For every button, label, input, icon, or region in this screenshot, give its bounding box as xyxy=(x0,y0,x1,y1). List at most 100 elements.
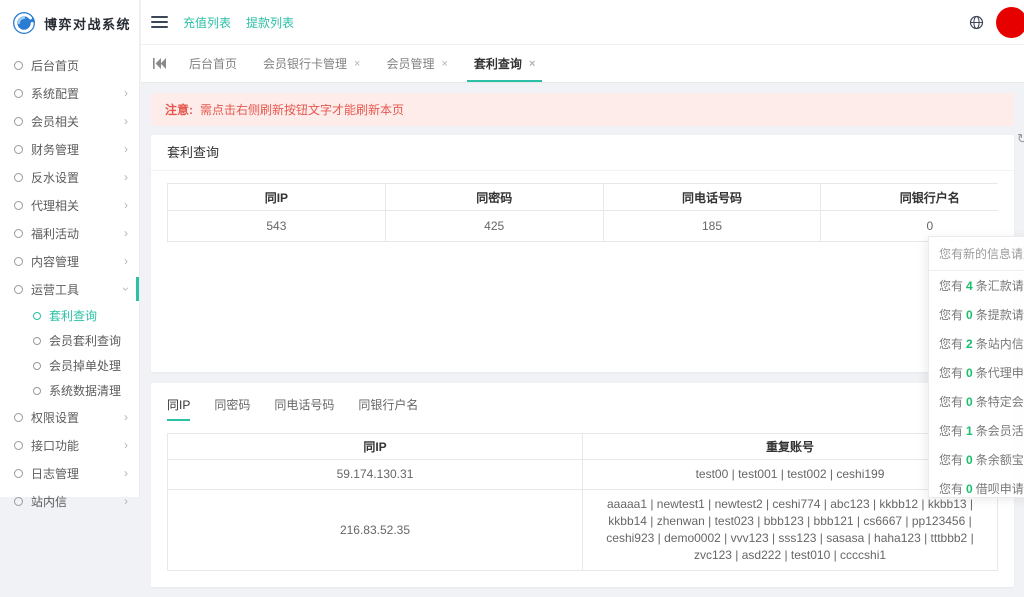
chevron-icon: › xyxy=(124,466,128,480)
detail-tab[interactable]: 同IP xyxy=(167,396,190,421)
page-tab-label: 后台首页 xyxy=(189,55,237,72)
sidebar-item-label: 套利查询 xyxy=(49,307,128,324)
page-tab-label: 会员管理 xyxy=(386,55,434,72)
chevron-icon: › xyxy=(124,86,128,100)
sidebar-item[interactable]: 后台首页 xyxy=(0,51,139,79)
sidebar-item[interactable]: 反水设置 › xyxy=(0,163,139,191)
page-tabs: 后台首页 会员银行卡管理 × 会员管理 × 套利查询 × xyxy=(176,45,548,82)
sidebar-item[interactable]: 权限设置 › xyxy=(0,403,139,431)
notification-item[interactable]: 您有0条代理申请未处理 xyxy=(929,358,1024,387)
sidebar-item-label: 系统数据清理 xyxy=(49,382,128,399)
summary-header-row: 同IP同密码同电话号码同银行户名 xyxy=(168,184,999,211)
detail-tab-label: 同密码 xyxy=(214,398,250,412)
sidebar-item[interactable]: 日志管理 › xyxy=(0,459,139,487)
summary-value-cell: 425 xyxy=(385,211,603,242)
app-logo: 博弈对战系统 xyxy=(0,0,139,46)
sidebar-item-label: 财务管理 xyxy=(31,141,124,158)
menu-bullet-icon xyxy=(14,89,23,98)
globe-icon[interactable] xyxy=(969,15,984,30)
notification-item[interactable]: 您有2条站内信未处理 xyxy=(929,329,1024,358)
notification-item[interactable]: 您有0条余额宝购买提醒 xyxy=(929,445,1024,474)
notification-text: 条特定会员登录提醒 xyxy=(976,395,1024,409)
notification-count: 4 xyxy=(966,279,973,293)
page-tab[interactable]: 后台首页 xyxy=(176,45,250,82)
menu-bullet-icon xyxy=(33,312,41,320)
menu-bullet-icon xyxy=(33,337,41,345)
chevron-icon: › xyxy=(124,142,128,156)
notification-count: 0 xyxy=(966,453,973,467)
alert-text: 需点击右侧刷新按钮文字才能刷新本页 xyxy=(200,103,404,117)
sidebar-item[interactable]: 会员套利查询 xyxy=(0,328,139,353)
summary-header-cell: 同IP xyxy=(168,184,386,211)
page-tab[interactable]: 会员银行卡管理 × xyxy=(250,45,373,82)
notification-item[interactable]: 您有0条提款请求未处理 xyxy=(929,300,1024,329)
sidebar-item-label: 后台首页 xyxy=(31,57,128,74)
topnav-recharge-list-link[interactable]: 充值列表 xyxy=(183,14,231,31)
sidebar: 博弈对战系统 后台首页 系统配置 › 会员相关 › 财务管 xyxy=(0,0,140,497)
detail-tab[interactable]: 同电话号码 xyxy=(274,396,334,421)
sidebar-item[interactable]: 会员掉单处理 xyxy=(0,353,139,378)
sidebar-item-label: 内容管理 xyxy=(31,253,124,270)
sidebar-item[interactable]: 财务管理 › xyxy=(0,135,139,163)
notifications-list: 您有4条汇款请求未处理 您有0条提款请求未处理 您有2条站内信未处理 您有0条代… xyxy=(929,271,1024,498)
page-tabs-bar: 后台首页 会员银行卡管理 × 会员管理 × 套利查询 × xyxy=(141,45,1024,83)
menu-bullet-icon xyxy=(14,61,23,70)
menu-toggle-icon[interactable] xyxy=(151,16,168,28)
notification-item[interactable]: 您有1条会员活动申请 xyxy=(929,416,1024,445)
chevron-icon: › xyxy=(124,494,128,508)
sidebar-item[interactable]: 会员相关 › xyxy=(0,107,139,135)
sidebar-item[interactable]: 福利活动 › xyxy=(0,219,139,247)
app-logo-icon xyxy=(11,10,37,36)
sidebar-item-label: 福利活动 xyxy=(31,225,124,242)
notice-alert: 注意: 需点击右侧刷新按钮文字才能刷新本页 xyxy=(151,93,1014,126)
page-tab[interactable]: 会员管理 × xyxy=(373,45,460,82)
menu-bullet-icon xyxy=(14,117,23,126)
sidebar-item[interactable]: 内容管理 › xyxy=(0,247,139,275)
menu-bullet-icon xyxy=(14,497,23,506)
chevron-icon: › xyxy=(124,254,128,268)
sidebar-item[interactable]: 接口功能 › xyxy=(0,431,139,459)
summary-table-wrap: 同IP同密码同电话号码同银行户名 5434251850 xyxy=(167,183,998,242)
detail-tab[interactable]: 同密码 xyxy=(214,396,250,421)
sidebar-item[interactable]: 系统数据清理 xyxy=(0,378,139,403)
panel-refresh-icon[interactable]: ↻ xyxy=(1017,131,1024,147)
summary-header-cell: 同密码 xyxy=(385,184,603,211)
scroll-tabs-left-icon[interactable] xyxy=(149,45,176,82)
notification-item[interactable]: 您有0条特定会员登录提醒 xyxy=(929,387,1024,416)
close-tab-icon[interactable]: × xyxy=(441,58,447,70)
notification-prefix: 您有 xyxy=(939,395,963,409)
ip-cell: 59.174.130.31 xyxy=(168,460,583,490)
notification-text: 条汇款请求未处理 xyxy=(976,279,1024,293)
chevron-icon: › xyxy=(124,438,128,452)
sidebar-item[interactable]: 系统配置 › xyxy=(0,79,139,107)
sidebar-item-label: 会员掉单处理 xyxy=(49,357,128,374)
notification-item[interactable]: 您有4条汇款请求未处理 xyxy=(929,271,1024,300)
detail-tab[interactable]: 同银行户名 xyxy=(358,396,418,421)
notification-item[interactable]: 您有0借呗申请提醒 xyxy=(929,474,1024,498)
notification-text: 条提款请求未处理 xyxy=(976,308,1024,322)
sidebar-item[interactable]: 代理相关 › xyxy=(0,191,139,219)
close-tab-icon[interactable]: × xyxy=(354,58,360,70)
accounts-cell: aaaaa1 | newtest1 | newtest2 | ceshi774 … xyxy=(583,490,998,571)
user-avatar[interactable] xyxy=(996,7,1024,38)
sidebar-item-label: 权限设置 xyxy=(31,409,124,426)
chevron-icon: › xyxy=(124,226,128,240)
alert-prefix: 注意: xyxy=(165,103,193,117)
sidebar-item[interactable]: 运营工具 › xyxy=(0,275,139,303)
chevron-icon: › xyxy=(124,170,128,184)
sidebar-item[interactable]: 站内信 › xyxy=(0,487,139,515)
detail-tab-label: 同IP xyxy=(167,398,190,412)
sidebar-item[interactable]: 套利查询 xyxy=(0,303,139,328)
chevron-icon: › xyxy=(124,198,128,212)
topbar: 充值列表 提款列表 xyxy=(141,0,1024,45)
close-tab-icon[interactable]: × xyxy=(529,58,535,70)
topnav-withdraw-list-link[interactable]: 提款列表 xyxy=(246,14,294,31)
notification-count: 0 xyxy=(966,482,973,496)
summary-value-row: 5434251850 xyxy=(168,211,999,242)
table-row: 216.83.52.35 aaaaa1 | newtest1 | newtest… xyxy=(168,490,998,571)
menu-bullet-icon xyxy=(14,441,23,450)
page-tab[interactable]: 套利查询 × xyxy=(461,45,548,82)
arbitrage-detail-panel: 同IP 同密码 同电话号码 同银行户名 同IP重复账号 xyxy=(151,383,1014,587)
summary-value-cell: 185 xyxy=(603,211,821,242)
notification-prefix: 您有 xyxy=(939,279,963,293)
